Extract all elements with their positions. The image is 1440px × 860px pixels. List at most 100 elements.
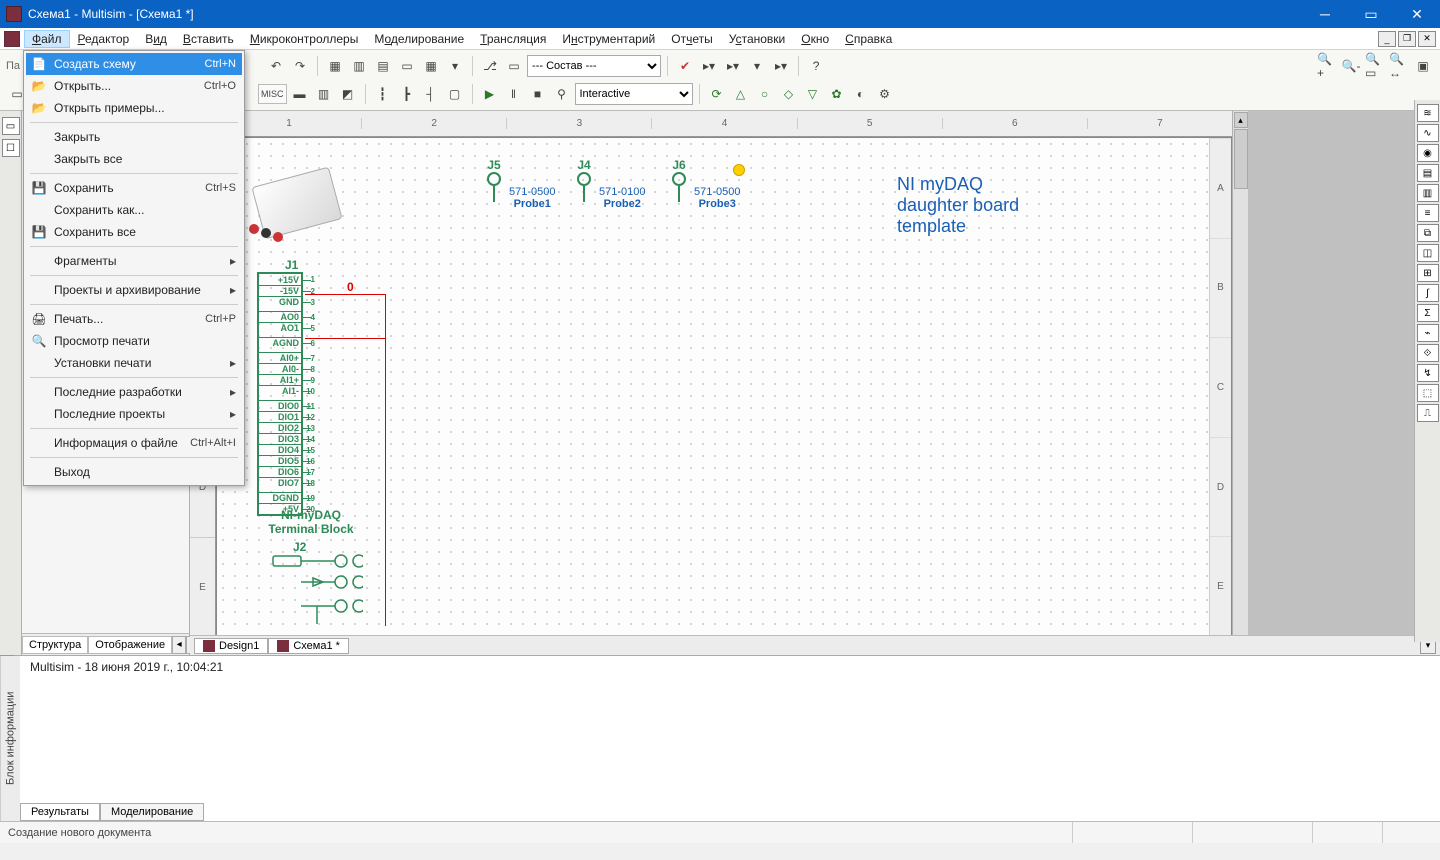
instrument-btn-12[interactable]: ⟐ bbox=[1417, 344, 1439, 362]
sheet-icon[interactable]: ▥ bbox=[348, 55, 370, 77]
section-combo[interactable]: --- Состав --- bbox=[527, 55, 661, 77]
menu-entry[interactable]: 🔍Просмотр печати bbox=[26, 330, 242, 352]
instrument-btn-1[interactable]: ∿ bbox=[1417, 124, 1439, 142]
menu-entry[interactable]: Закрыть все bbox=[26, 148, 242, 170]
tab-structure[interactable]: Структура bbox=[22, 636, 88, 654]
scroll-up-icon[interactable]: ▴ bbox=[1234, 112, 1248, 128]
j2-label[interactable]: J2 bbox=[293, 540, 306, 554]
analysis-combo[interactable]: Interactive bbox=[575, 83, 693, 105]
probe-Probe2[interactable]: J4571-0100Probe2 bbox=[577, 158, 591, 202]
menu-entry[interactable]: 🖨Печать...Ctrl+P bbox=[26, 308, 242, 330]
an-f-icon[interactable]: ✿ bbox=[826, 83, 848, 105]
instrument-btn-7[interactable]: ◫ bbox=[1417, 244, 1439, 262]
nav-down-icon[interactable]: ▾ bbox=[444, 55, 466, 77]
spreadsheet-icon[interactable]: ▦ bbox=[420, 55, 442, 77]
redo-icon[interactable]: ↷ bbox=[289, 55, 311, 77]
tabs-scroll-left[interactable]: ◂ bbox=[172, 636, 186, 654]
zoom-fit-icon[interactable]: 🔍↔ bbox=[1388, 55, 1410, 77]
close-button[interactable]: ✕ bbox=[1394, 0, 1440, 28]
tab-simulation[interactable]: Моделирование bbox=[100, 803, 204, 821]
instrument-btn-13[interactable]: ↯ bbox=[1417, 364, 1439, 382]
instrument-btn-4[interactable]: ▥ bbox=[1417, 184, 1439, 202]
tab-display[interactable]: Отображение bbox=[88, 636, 172, 654]
vertical-scrollbar[interactable]: ▴ ▾ bbox=[1232, 111, 1248, 655]
menu-item-4[interactable]: Микроконтроллеры bbox=[242, 30, 367, 48]
instrument-btn-3[interactable]: ▤ bbox=[1417, 164, 1439, 182]
menu-entry[interactable]: Закрыть bbox=[26, 126, 242, 148]
an-e-icon[interactable]: ▽ bbox=[802, 83, 824, 105]
an-c-icon[interactable]: ○ bbox=[754, 83, 776, 105]
instrument-btn-8[interactable]: ⊞ bbox=[1417, 264, 1439, 282]
net-wire-0-h1[interactable] bbox=[305, 294, 385, 295]
mdi-restore-button[interactable]: ❐ bbox=[1398, 31, 1416, 47]
maximize-button[interactable]: ▭ bbox=[1348, 0, 1394, 28]
instrument-btn-6[interactable]: ⧉ bbox=[1417, 224, 1439, 242]
j1-label[interactable]: J1 bbox=[285, 258, 298, 272]
warning-badge-icon[interactable] bbox=[733, 164, 745, 176]
minimize-button[interactable]: ─ bbox=[1302, 0, 1348, 28]
menu-item-11[interactable]: Справка bbox=[837, 30, 900, 48]
menu-entry[interactable]: Последние проекты▸ bbox=[26, 403, 242, 425]
menu-item-2[interactable]: Вид bbox=[137, 30, 175, 48]
instrument-btn-10[interactable]: Σ bbox=[1417, 304, 1439, 322]
grid-toggle-icon[interactable]: ▦ bbox=[324, 55, 346, 77]
instrument-btn-0[interactable]: ≋ bbox=[1417, 104, 1439, 122]
tool-b-icon[interactable]: ▸▾ bbox=[722, 55, 744, 77]
log-text[interactable]: Multisim - 18 июня 2019 г., 10:04:21 bbox=[20, 656, 1440, 821]
menu-entry[interactable]: Проекты и архивирование▸ bbox=[26, 279, 242, 301]
help-icon[interactable]: ? bbox=[805, 55, 827, 77]
stop-icon[interactable]: ■ bbox=[527, 83, 549, 105]
terminal-block-label[interactable]: NI-myDAQ Terminal Block bbox=[251, 508, 371, 536]
an-b-icon[interactable]: △ bbox=[730, 83, 752, 105]
net-wire-0-v[interactable] bbox=[385, 294, 386, 626]
pause-icon[interactable]: ‖ bbox=[503, 83, 525, 105]
undo-icon[interactable]: ↶ bbox=[265, 55, 287, 77]
tool-c-icon[interactable]: ▾ bbox=[746, 55, 768, 77]
zoom-out-icon[interactable]: 🔍- bbox=[1340, 55, 1362, 77]
menu-entry[interactable]: Установки печати▸ bbox=[26, 352, 242, 374]
mydaq-device-icon[interactable] bbox=[247, 168, 345, 238]
an-d-icon[interactable]: ◇ bbox=[778, 83, 800, 105]
schematic-canvas[interactable]: ABCDE NI myDAQ daughter board template J… bbox=[216, 137, 1232, 637]
tab-results[interactable]: Результаты bbox=[20, 803, 100, 821]
tool-a-icon[interactable]: ▸▾ bbox=[698, 55, 720, 77]
fullscreen-icon[interactable]: ▣ bbox=[1412, 55, 1434, 77]
misc-a-icon[interactable]: ▬ bbox=[289, 83, 311, 105]
dock-btn-b[interactable]: ☐ bbox=[2, 139, 20, 157]
scroll-thumb[interactable] bbox=[1234, 129, 1248, 189]
menu-item-7[interactable]: Инструментарий bbox=[554, 30, 663, 48]
zoom-in-icon[interactable]: 🔍+ bbox=[1316, 55, 1338, 77]
an-g-icon[interactable]: ◐ bbox=[850, 83, 872, 105]
menu-entry[interactable]: Сохранить как... bbox=[26, 199, 242, 221]
instrument-btn-14[interactable]: ⬚ bbox=[1417, 384, 1439, 402]
menu-entry[interactable]: Последние разработки▸ bbox=[26, 381, 242, 403]
run-icon[interactable]: ▶ bbox=[479, 83, 501, 105]
dock-btn-a[interactable]: ▭ bbox=[2, 117, 20, 135]
list-icon[interactable]: ▭ bbox=[396, 55, 418, 77]
template-title-text[interactable]: NI myDAQ daughter board template bbox=[897, 174, 1019, 237]
conn-a-icon[interactable]: ┣ bbox=[396, 83, 418, 105]
instrument-btn-5[interactable]: ≡ bbox=[1417, 204, 1439, 222]
hier-block-icon[interactable]: ▢ bbox=[444, 83, 466, 105]
menu-item-6[interactable]: Трансляция bbox=[472, 30, 554, 48]
settings-icon[interactable]: ⚙ bbox=[874, 83, 896, 105]
menu-item-9[interactable]: Установки bbox=[721, 30, 794, 48]
menu-entry[interactable]: 📂Открыть примеры... bbox=[26, 97, 242, 119]
instrument-btn-9[interactable]: ∫ bbox=[1417, 284, 1439, 302]
menu-entry[interactable]: 📄Создать схемуCtrl+N bbox=[26, 53, 242, 75]
misc-c-icon[interactable]: ◩ bbox=[337, 83, 359, 105]
table-icon[interactable]: ▤ bbox=[372, 55, 394, 77]
mdi-minimize-button[interactable]: _ bbox=[1378, 31, 1396, 47]
net-label-0[interactable]: 0 bbox=[347, 280, 354, 294]
instrument-btn-11[interactable]: ⌁ bbox=[1417, 324, 1439, 342]
menu-entry[interactable]: 📂Открыть...Ctrl+O bbox=[26, 75, 242, 97]
misc-b-icon[interactable]: ▥ bbox=[313, 83, 335, 105]
net-wire-0-h2[interactable] bbox=[305, 338, 385, 339]
tool-d-icon[interactable]: ▸▾ bbox=[770, 55, 792, 77]
zoom-area-icon[interactable]: 🔍▭ bbox=[1364, 55, 1386, 77]
mdi-close-button[interactable]: ✕ bbox=[1418, 31, 1436, 47]
instrument-btn-15[interactable]: ⎍ bbox=[1417, 404, 1439, 422]
hierarchy-icon[interactable]: ⎇ bbox=[479, 55, 501, 77]
terminal-block-j1[interactable]: +15V1-15V2GND3AO04AO15AGND6AI0+7AI0-8AI1… bbox=[257, 272, 303, 516]
menu-entry[interactable]: 💾Сохранить все bbox=[26, 221, 242, 243]
